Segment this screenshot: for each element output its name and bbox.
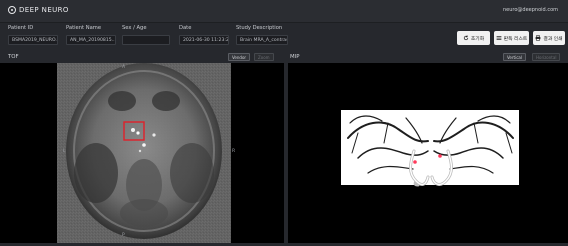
mip-panel-title: MIP — [290, 54, 300, 60]
list-icon — [496, 36, 502, 40]
printer-icon — [536, 35, 541, 41]
mip-vertical-toggle[interactable]: Vertical — [503, 53, 526, 61]
aneurysm-marker-right — [438, 154, 442, 158]
sex-age-value — [122, 35, 170, 45]
print-result-label: 결과 인쇄 — [543, 36, 563, 42]
app-logo: DEEP NEURO — [8, 6, 69, 14]
mip-horizontal-toggle[interactable]: Horizontal — [532, 53, 561, 61]
date-label: Date — [179, 25, 192, 31]
patient-name-label: Patient Name — [66, 25, 102, 31]
orientation-anterior: A — [122, 65, 126, 70]
date-field: Date 2021-06-30 11:23:25 — [179, 25, 229, 45]
logo-icon — [8, 6, 16, 14]
date-value: 2021-06-30 11:23:25 — [179, 35, 229, 45]
sex-age-label: Sex / Age — [122, 25, 147, 31]
tof-axial-slice-image — [57, 63, 231, 243]
study-description-value: Brain MRA_A_contrast — [236, 35, 288, 45]
mip-viewer[interactable] — [288, 63, 568, 243]
patient-name-value: AN_MA_20190815... — [66, 35, 116, 45]
reading-list-button[interactable]: 판독 리스트 — [494, 31, 529, 45]
aneurysm-marker-left — [413, 160, 417, 164]
reset-button[interactable]: 초기화 — [457, 31, 490, 45]
sex-age-field: Sex / Age — [122, 25, 170, 45]
study-description-field: Study Description Brain MRA_A_contrast — [236, 25, 288, 45]
tof-panel-title: TOF — [8, 54, 19, 60]
orientation-posterior: P — [122, 233, 125, 238]
study-description-label: Study Description — [236, 25, 283, 31]
refresh-icon — [463, 35, 469, 41]
reading-list-label: 판독 리스트 — [503, 36, 528, 42]
user-email[interactable]: neuro@deepnoid.com — [503, 7, 558, 13]
patient-id-value: BSMA2019_NEURO... — [8, 35, 58, 45]
orientation-left: L — [63, 149, 66, 154]
tof-viewer[interactable]: A L R P — [0, 63, 284, 243]
patient-id-label: Patient ID — [8, 25, 34, 31]
orientation-right: R — [232, 149, 236, 154]
top-bar: DEEP NEURO neuro@deepnoid.com — [0, 0, 568, 23]
patient-id-field: Patient ID BSMA2019_NEURO... — [8, 25, 58, 45]
patient-name-field: Patient Name AN_MA_20190815... — [66, 25, 116, 45]
logo-text: DEEP NEURO — [19, 6, 69, 14]
reset-label: 초기화 — [470, 36, 485, 42]
mip-angiogram-image — [341, 110, 519, 187]
tof-vendor-toggle[interactable]: Vendor — [228, 53, 251, 61]
print-result-button[interactable]: 결과 인쇄 — [533, 31, 565, 45]
tof-zoom-toggle[interactable]: Zoom — [254, 53, 274, 61]
